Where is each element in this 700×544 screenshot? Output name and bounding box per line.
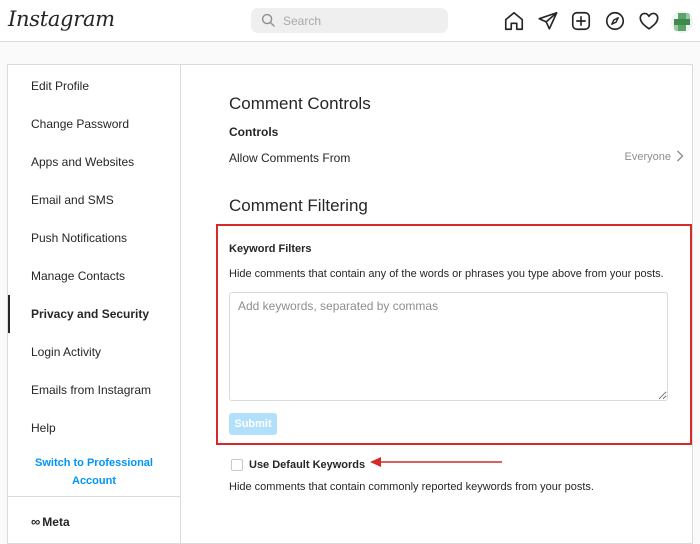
switch-to-professional-line1: Switch to Professional: [35, 457, 153, 469]
settings-panel: Edit Profile Change Password Apps and We…: [7, 64, 693, 544]
sidebar-item-manage-contacts[interactable]: Manage Contacts: [8, 257, 180, 295]
switch-to-professional-line2: Account: [72, 475, 116, 487]
search-icon: [261, 13, 275, 27]
sidebar-item-emails-from-instagram[interactable]: Emails from Instagram: [8, 371, 180, 409]
sidebar-item-privacy-and-security[interactable]: Privacy and Security: [8, 295, 180, 333]
controls-subheading: Controls: [229, 125, 279, 139]
sidebar-item-email-and-sms[interactable]: Email and SMS: [8, 181, 180, 219]
profile-avatar[interactable]: [671, 11, 693, 33]
keyword-filters-title: Keyword Filters: [229, 243, 312, 255]
sidebar-item-apps-and-websites[interactable]: Apps and Websites: [8, 143, 180, 181]
allow-comments-from-value[interactable]: Everyone: [625, 151, 671, 163]
sidebar-item-login-activity[interactable]: Login Activity: [8, 333, 180, 371]
submit-keywords-button[interactable]: Submit: [229, 413, 277, 435]
meta-infinity-icon: ∞: [31, 514, 41, 529]
switch-to-professional-link[interactable]: Switch to Professional Account: [8, 454, 180, 490]
instagram-logo[interactable]: Instagram: [8, 7, 115, 31]
comment-filtering-heading: Comment Filtering: [229, 196, 368, 215]
sidebar-item-change-password[interactable]: Change Password: [8, 105, 180, 143]
new-post-icon[interactable]: [570, 10, 592, 32]
keyword-filters-textarea[interactable]: [229, 292, 668, 401]
comment-controls-heading: Comment Controls: [229, 94, 371, 113]
sidebar-divider: [8, 496, 180, 497]
sidebar-item-help[interactable]: Help: [8, 409, 180, 447]
explore-icon[interactable]: [604, 10, 626, 32]
top-navigation-bar: Instagram: [0, 0, 700, 42]
meta-logo[interactable]: ∞ Meta: [31, 514, 70, 529]
sidebar-item-push-notifications[interactable]: Push Notifications: [8, 219, 180, 257]
chevron-right-icon[interactable]: [675, 149, 685, 163]
search-input[interactable]: [283, 11, 438, 30]
meta-label: Meta: [42, 515, 70, 529]
settings-content: Comment Controls Controls Allow Comments…: [229, 65, 691, 543]
home-icon[interactable]: [503, 10, 525, 32]
search-box[interactable]: [251, 8, 448, 33]
activity-heart-icon[interactable]: [638, 10, 660, 32]
allow-comments-from-label[interactable]: Allow Comments From: [229, 151, 350, 165]
settings-sidebar: Edit Profile Change Password Apps and We…: [8, 65, 181, 543]
sidebar-item-edit-profile[interactable]: Edit Profile: [8, 67, 180, 105]
use-default-keywords-checkbox[interactable]: [231, 459, 243, 471]
use-default-keywords-label[interactable]: Use Default Keywords: [249, 459, 365, 471]
use-default-keywords-description: Hide comments that contain commonly repo…: [229, 481, 594, 493]
direct-message-icon[interactable]: [537, 10, 559, 32]
keyword-filters-description: Hide comments that contain any of the wo…: [229, 268, 664, 280]
avatar-pattern-icon: [674, 13, 690, 31]
